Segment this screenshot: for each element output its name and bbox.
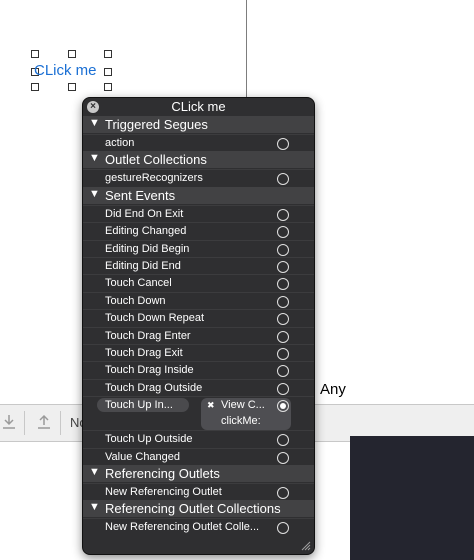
connection-circle-icon[interactable] [277, 434, 289, 447]
connection-circle-icon[interactable] [277, 138, 289, 150]
connection-circle-icon[interactable] [277, 261, 289, 273]
connection-row: Touch Drag Outside [83, 378, 314, 397]
connection-circle-icon[interactable] [277, 451, 289, 464]
connection-row: Touch Down Repeat [83, 309, 314, 327]
resize-handle[interactable] [104, 50, 112, 58]
section-title: Referencing Outlet Collections [105, 501, 281, 517]
disclosure-triangle-icon[interactable]: ▼ [89, 501, 100, 513]
section-title: Referencing Outlets [105, 466, 220, 481]
download-icon[interactable] [2, 414, 16, 430]
event-label: Touch Drag Exit [105, 347, 183, 359]
event-label: New Referencing Outlet Colle... [105, 521, 260, 534]
event-label: Did End On Exit [105, 207, 184, 220]
popup-title: CLick me [171, 99, 226, 114]
event-label: gestureRecognizers [105, 172, 203, 185]
event-label: Editing Did End [105, 260, 181, 272]
section-title: Outlet Collections [105, 152, 207, 168]
disclosure-triangle-icon[interactable]: ▼ [89, 188, 100, 200]
resize-handle[interactable] [68, 50, 76, 58]
connection-row: Editing Did End [83, 257, 314, 275]
section-header[interactable]: ▼ Referencing Outlets [83, 465, 314, 482]
connection-row: Touch Drag Exit [83, 344, 314, 362]
event-label: Touch Drag Outside [105, 381, 203, 394]
connection-circle-icon[interactable] [277, 173, 289, 186]
resize-handle[interactable] [104, 83, 112, 91]
toolbar-divider [24, 411, 25, 435]
connection-circle-icon[interactable] [277, 487, 289, 499]
connection-circle-icon[interactable] [277, 313, 289, 326]
event-label: New Referencing Outlet [105, 486, 222, 498]
disclosure-triangle-icon[interactable]: ▼ [89, 152, 100, 164]
connection-row: Touch Cancel [83, 274, 314, 292]
event-label: Touch Up Outside [105, 433, 193, 446]
connection-row: Did End On Exit [83, 204, 314, 223]
event-label: Touch Down [105, 294, 166, 307]
section-header[interactable]: ▼ Outlet Collections [83, 151, 314, 169]
connection-row: Editing Did Begin [83, 239, 314, 258]
connection-row: Touch Up In... ✖ View C... clickMe: [83, 396, 314, 431]
connection-circle-icon[interactable] [277, 382, 289, 395]
connection-row: Touch Up Outside [83, 430, 314, 448]
disclosure-triangle-icon[interactable]: ▼ [89, 117, 100, 129]
connection-target-label: View C... [221, 399, 265, 412]
connection-row: Editing Changed [83, 222, 314, 240]
connection-row: Touch Drag Inside [83, 361, 314, 379]
resize-grip-icon[interactable] [301, 541, 311, 551]
section-header[interactable]: ▼ Triggered Segues [83, 116, 314, 133]
resize-handle[interactable] [68, 83, 76, 91]
remove-connection-icon[interactable]: ✖ [207, 400, 215, 411]
section-header[interactable]: ▼ Sent Events [83, 186, 314, 204]
toolbar-divider [60, 411, 61, 435]
button-title[interactable]: CLick me [34, 62, 97, 79]
resize-handle[interactable] [31, 83, 39, 91]
event-label: Touch Up In... [105, 399, 173, 412]
connection-circle-icon[interactable] [277, 278, 289, 291]
event-label: Touch Cancel [105, 277, 172, 290]
section-header[interactable]: ▼ Referencing Outlet Collections [83, 500, 314, 518]
connection-row: Touch Drag Enter [83, 326, 314, 345]
event-label: Editing Did Begin [105, 242, 190, 255]
section-title: Sent Events [105, 187, 176, 203]
connection-circle-icon[interactable] [277, 208, 289, 221]
connection-row: Value Changed [83, 447, 314, 466]
close-icon[interactable]: × [87, 101, 99, 113]
connections-popup: CLick me × ▼ Triggered Segues action ▼ Outle… [82, 97, 315, 555]
connection-circle-icon[interactable] [277, 522, 289, 535]
resize-handle[interactable] [104, 68, 112, 76]
connection-circle-icon[interactable] [277, 365, 289, 378]
disclosure-triangle-icon[interactable]: ▼ [89, 466, 100, 478]
event-label: Editing Changed [105, 225, 187, 238]
upload-icon[interactable] [37, 414, 51, 430]
connection-circle-icon[interactable] [277, 243, 289, 256]
connection-row: action [83, 134, 314, 152]
section-title: Triggered Segues [105, 117, 208, 132]
connection-circle-icon[interactable] [277, 226, 289, 239]
event-label: Touch Down Repeat [105, 312, 205, 325]
connection-row: gestureRecognizers [83, 169, 314, 187]
connection-circle-icon[interactable] [277, 330, 289, 343]
connection-row: New Referencing Outlet Colle... [83, 518, 314, 536]
event-label: Touch Drag Inside [105, 364, 194, 377]
resize-handle[interactable] [31, 50, 39, 58]
connection-row: New Referencing Outlet [83, 483, 314, 501]
connection-action-label: clickMe: [221, 415, 261, 428]
event-label: Value Changed [105, 450, 181, 463]
connection-circle-icon[interactable] [277, 348, 289, 360]
connection-row: Touch Down [83, 291, 314, 310]
event-label: action [105, 137, 135, 149]
event-label: Touch Drag Enter [105, 329, 191, 342]
size-class-any[interactable]: Any [320, 381, 346, 398]
connection-circle-icon[interactable] [277, 295, 289, 308]
dark-view [350, 436, 474, 560]
